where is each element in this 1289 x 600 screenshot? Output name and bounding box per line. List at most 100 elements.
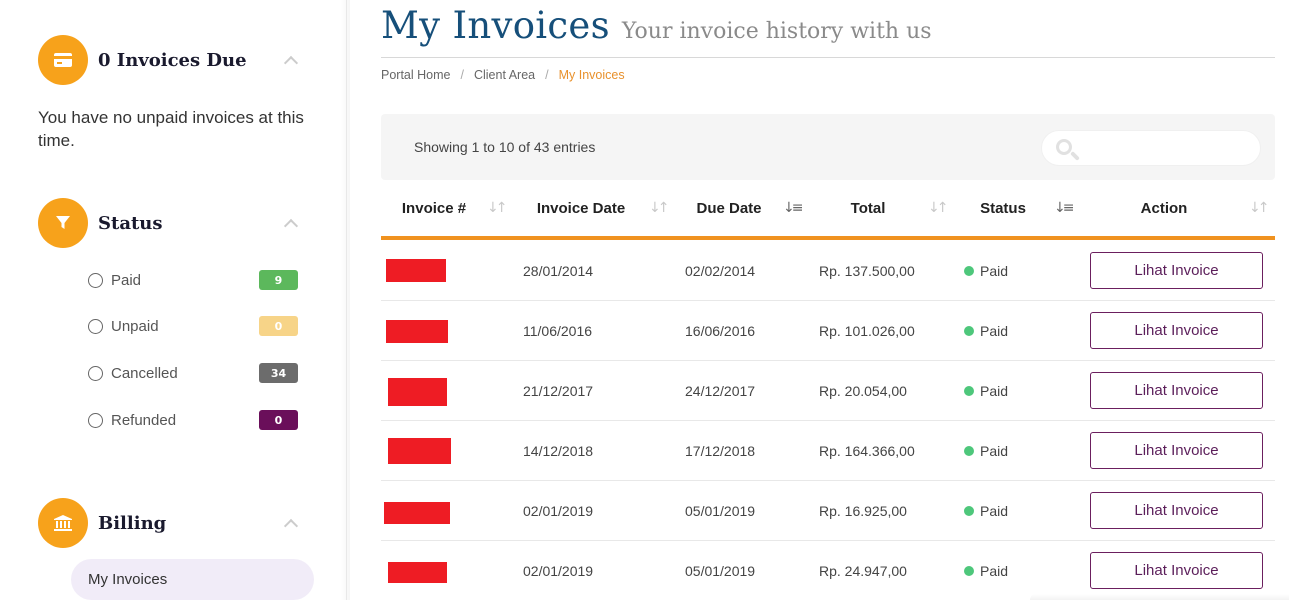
total-cell: Rp. 137.500,00: [819, 263, 915, 279]
invoice-date-cell: 02/01/2019: [523, 503, 594, 519]
table-row[interactable]: 28/01/2014 02/02/2014 Rp. 137.500,00 Pai…: [381, 241, 1275, 301]
table-row[interactable]: 11/06/2016 16/06/2016 Rp. 101.026,00 Pai…: [381, 301, 1275, 361]
sidebar-shadow: [340, 0, 350, 600]
breadcrumb-my-invoices: My Invoices: [558, 68, 625, 82]
due-date-cell: 17/12/2018: [685, 443, 756, 459]
due-date-cell: 24/12/2017: [685, 383, 756, 399]
total-cell: Rp. 101.026,00: [819, 323, 915, 339]
status-filter-paid[interactable]: Paid 9: [88, 269, 298, 291]
radio-button[interactable]: [88, 412, 103, 428]
billing-title: Billing: [98, 512, 167, 534]
sort-icon[interactable]: ↓↑: [1249, 200, 1270, 216]
sort-ascending-icon[interactable]: ↓≡: [783, 200, 804, 216]
count-badge: 0: [259, 316, 298, 336]
column-header-total[interactable]: Total: [836, 180, 900, 236]
breadcrumb-portal-home[interactable]: Portal Home: [381, 68, 450, 82]
view-invoice-button[interactable]: Lihat Invoice: [1090, 492, 1263, 529]
due-date-cell: 16/06/2016: [685, 323, 756, 339]
collapse-chevron-icon[interactable]: [283, 518, 299, 534]
credit-card-icon: [38, 35, 88, 85]
sidebar: 0 Invoices Due You have no unpaid invoic…: [0, 0, 347, 600]
due-date-cell: 05/01/2019: [685, 503, 756, 519]
bank-icon: [38, 498, 88, 548]
sort-descending-icon[interactable]: ↓≡: [1054, 200, 1075, 216]
invoice-date-cell: 11/06/2016: [523, 323, 593, 339]
due-date-cell: 05/01/2019: [685, 563, 756, 579]
invoice-date-cell: 02/01/2019: [523, 563, 594, 579]
view-invoice-button[interactable]: Lihat Invoice: [1090, 552, 1263, 589]
sort-icon[interactable]: ↓↑: [487, 200, 508, 216]
breadcrumb-client-area[interactable]: Client Area: [474, 68, 535, 82]
breadcrumb-separator: /: [545, 68, 549, 82]
total-cell: Rp. 16.925,00: [819, 503, 907, 519]
column-header-action[interactable]: Action: [1129, 180, 1199, 236]
status-cell: Paid: [964, 301, 1008, 361]
sort-icon[interactable]: ↓↑: [928, 200, 949, 216]
collapse-chevron-icon[interactable]: [283, 218, 299, 234]
column-header-status[interactable]: Status: [971, 180, 1035, 236]
radio-button[interactable]: [88, 365, 103, 381]
no-unpaid-message: You have no unpaid invoices at this time…: [38, 108, 304, 150]
status-text: Paid: [980, 503, 1009, 519]
count-badge: 34: [259, 363, 298, 383]
status-filter-unpaid[interactable]: Unpaid 0: [88, 315, 298, 337]
total-cell: Rp. 20.054,00: [819, 383, 907, 399]
status-panel-header[interactable]: Status: [38, 198, 300, 248]
search-box[interactable]: [1041, 130, 1261, 166]
billing-panel-header[interactable]: Billing: [38, 498, 300, 548]
view-invoice-button[interactable]: Lihat Invoice: [1090, 372, 1263, 409]
sidebar-item-label: My Invoices: [88, 571, 168, 588]
radio-button[interactable]: [88, 318, 103, 334]
sidebar-item-my-invoices[interactable]: My Invoices: [71, 559, 314, 600]
status-title: Status: [98, 212, 163, 234]
page-title: My Invoices: [381, 4, 610, 47]
column-header-invoice-date[interactable]: Invoice Date: [523, 180, 639, 236]
redacted-invoice-number: [384, 502, 450, 524]
column-header-invoice-number[interactable]: Invoice #: [381, 180, 487, 236]
count-badge: 9: [259, 270, 298, 290]
redacted-invoice-number: [388, 562, 447, 583]
sort-icon[interactable]: ↓↑: [649, 200, 670, 216]
view-invoice-button[interactable]: Lihat Invoice: [1090, 312, 1263, 349]
view-invoice-button[interactable]: Lihat Invoice: [1090, 252, 1263, 289]
total-cell: Rp. 164.366,00: [819, 443, 915, 459]
redacted-invoice-number: [386, 259, 446, 282]
status-cell: Paid: [964, 541, 1008, 600]
entries-info: Showing 1 to 10 of 43 entries: [414, 139, 596, 155]
status-filter-cancelled[interactable]: Cancelled 34: [88, 362, 298, 384]
status-dot-icon: [964, 506, 974, 516]
status-dot-icon: [964, 326, 974, 336]
status-dot-icon: [964, 266, 974, 276]
invoice-date-cell: 21/12/2017: [523, 383, 594, 399]
invoices-due-title: 0 Invoices Due: [98, 49, 247, 71]
column-header-due-date[interactable]: Due Date: [684, 180, 774, 236]
collapse-chevron-icon[interactable]: [283, 55, 299, 71]
status-dot-icon: [964, 386, 974, 396]
status-cell: Paid: [964, 481, 1008, 541]
page-subtitle: Your invoice history with us: [621, 19, 932, 44]
status-dot-icon: [964, 566, 974, 576]
radio-button[interactable]: [88, 272, 103, 288]
table-row[interactable]: 14/12/2018 17/12/2018 Rp. 164.366,00 Pai…: [381, 421, 1275, 481]
status-text: Paid: [980, 323, 1009, 339]
page-heading: My Invoices Your invoice history with us: [381, 4, 1275, 58]
table-row[interactable]: 02/01/2019 05/01/2019 Rp. 16.925,00 Paid…: [381, 481, 1275, 541]
table-header: Invoice # ↓↑ Invoice Date ↓↑ Due Date ↓≡…: [381, 180, 1275, 240]
invoice-date-cell: 28/01/2014: [523, 263, 594, 279]
search-input[interactable]: [1082, 135, 1252, 161]
due-date-cell: 02/02/2014: [685, 263, 756, 279]
status-label: Unpaid: [111, 317, 159, 335]
breadcrumb-separator: /: [460, 68, 464, 82]
breadcrumb: Portal Home / Client Area / My Invoices: [381, 68, 625, 82]
table-row[interactable]: 21/12/2017 24/12/2017 Rp. 20.054,00 Paid…: [381, 361, 1275, 421]
status-text: Paid: [980, 263, 1009, 279]
table-row[interactable]: 02/01/2019 05/01/2019 Rp. 24.947,00 Paid…: [381, 541, 1275, 600]
status-filter-refunded[interactable]: Refunded 0: [88, 409, 298, 431]
search-icon: [1056, 139, 1072, 155]
count-badge: 0: [259, 410, 298, 430]
status-text: Paid: [980, 563, 1009, 579]
total-cell: Rp. 24.947,00: [819, 563, 907, 579]
status-label: Cancelled: [111, 364, 178, 382]
invoices-due-panel-header[interactable]: 0 Invoices Due: [38, 35, 300, 85]
view-invoice-button[interactable]: Lihat Invoice: [1090, 432, 1263, 469]
